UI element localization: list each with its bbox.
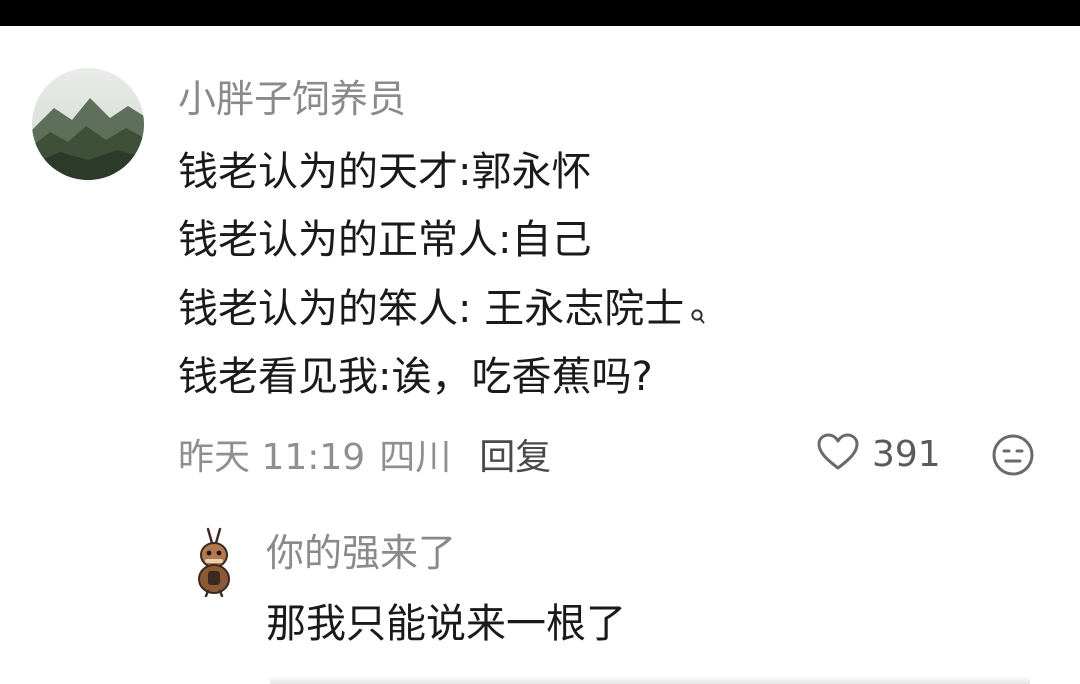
search-icon[interactable]	[690, 287, 706, 339]
comment-line: 钱老认为的正常人:自己	[178, 217, 592, 263]
reply-username[interactable]: 你的强来了	[266, 528, 456, 578]
like-button[interactable]: 391	[816, 428, 941, 480]
comment-line-with-search: 钱老认为的笨人: 王永志院士	[178, 283, 706, 339]
comment-location: 四川	[379, 437, 452, 478]
like-count: 391	[872, 433, 941, 475]
comment-meta: 昨天 11:19 四川 回复	[178, 428, 551, 480]
next-item-cutoff	[270, 676, 1030, 684]
commenter-avatar[interactable]	[32, 68, 144, 180]
comment-line: 钱老认为的天才:郭永怀	[178, 149, 592, 195]
reply-button[interactable]: 回复	[479, 428, 551, 480]
comment-timestamp: 昨天 11:19	[178, 437, 366, 478]
reply-text: 那我只能说来一根了	[266, 601, 626, 647]
commenter-username[interactable]: 小胖子饲养员	[178, 74, 406, 124]
reply-avatar[interactable]	[186, 525, 242, 598]
comment-line-text: 钱老认为的笨人: 王永志院士	[178, 286, 685, 332]
status-bar	[0, 0, 1080, 26]
cartoon-avatar-image	[198, 527, 230, 598]
landscape-avatar-image	[32, 68, 144, 180]
comment-line: 钱老看见我:诶，吃香蕉吗?	[178, 354, 653, 400]
heart-icon	[816, 432, 860, 476]
emoji-icon[interactable]	[990, 432, 1036, 478]
